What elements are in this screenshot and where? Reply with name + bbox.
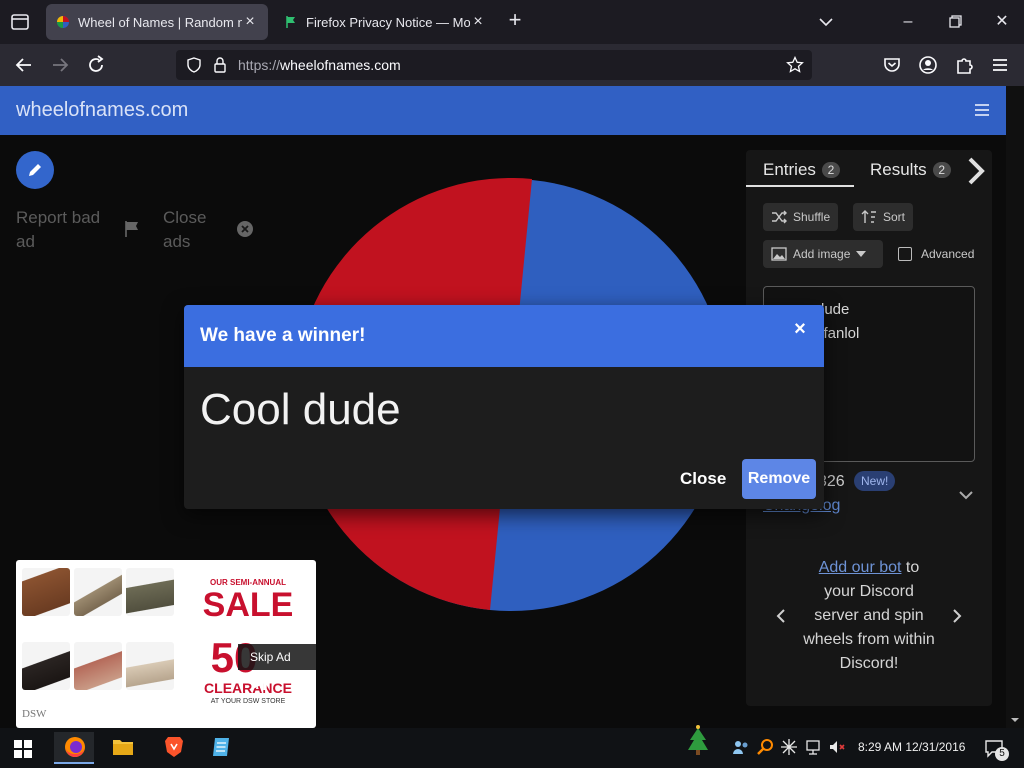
site-logo[interactable]: wheelofnames.com xyxy=(16,99,188,122)
video-ad[interactable]: OUR SEMI-ANNUAL SALE 50 CLEARANCE AT YOU… xyxy=(16,560,316,728)
chevron-down-icon[interactable] xyxy=(816,12,836,32)
tab-list-icon[interactable] xyxy=(8,10,32,34)
ad-sale-heading: SALE xyxy=(202,586,294,624)
pocket-icon[interactable] xyxy=(880,53,904,77)
brave-icon xyxy=(165,737,183,757)
brave-taskbar-button[interactable] xyxy=(154,732,194,764)
lock-icon[interactable] xyxy=(212,56,228,74)
clock[interactable]: 8:29 AM 12/31/2016 xyxy=(858,740,965,754)
ad-product-image xyxy=(22,642,70,690)
notepad-taskbar-button[interactable] xyxy=(200,732,240,764)
firefox-taskbar-button[interactable] xyxy=(54,732,94,764)
windows-taskbar: 8:29 AM 12/31/2016 5 xyxy=(0,725,1024,768)
notepad-icon xyxy=(213,738,229,756)
sort-button[interactable]: Sort xyxy=(853,203,914,231)
new-badge: New! xyxy=(854,471,896,491)
plus-icon[interactable]: + xyxy=(504,9,526,32)
count-badge: 2 xyxy=(932,162,951,178)
advanced-checkbox[interactable] xyxy=(898,247,912,261)
close-icon[interactable]: × xyxy=(792,319,808,339)
shuffle-icon xyxy=(772,210,787,224)
winner-dialog: We have a winner! × Cool dude Close Remo… xyxy=(184,305,824,509)
url-text: https://wheelofnames.com xyxy=(238,57,401,73)
image-icon xyxy=(771,247,787,261)
extensions-icon[interactable] xyxy=(952,53,976,77)
active-tab-indicator xyxy=(746,185,854,187)
ad-product-image xyxy=(74,642,122,690)
back-icon[interactable] xyxy=(12,53,36,77)
browser-nav-bar: https://wheelofnames.com xyxy=(0,44,1024,86)
close-tab-icon[interactable]: × xyxy=(242,14,258,30)
pencil-icon xyxy=(29,164,41,176)
notification-count: 5 xyxy=(995,747,1009,761)
tab-wheel-of-names[interactable]: Wheel of Names | Random nam × xyxy=(46,4,268,40)
search-tray-icon[interactable] xyxy=(756,738,774,756)
close-button[interactable]: Close xyxy=(674,459,732,499)
chevron-right-icon[interactable] xyxy=(964,156,990,186)
close-tab-icon[interactable]: × xyxy=(470,14,486,30)
site-header: wheelofnames.com xyxy=(0,86,1006,135)
ad-product-image xyxy=(74,568,122,616)
ad-brand: DSW xyxy=(22,708,47,720)
shield-icon[interactable] xyxy=(186,57,202,73)
chevron-left-icon[interactable] xyxy=(774,608,788,624)
firefox-icon xyxy=(65,737,85,757)
tab-title: Wheel of Names | Random nam xyxy=(78,14,242,30)
account-icon[interactable] xyxy=(916,53,940,77)
winner-name: Cool dude xyxy=(200,385,401,434)
network-icon[interactable] xyxy=(804,738,822,756)
christmas-tree-icon[interactable] xyxy=(684,724,712,756)
skip-ad-button[interactable]: Skip Ad ▶▍ xyxy=(238,644,316,690)
tab-results[interactable]: Results 2 xyxy=(870,160,951,180)
star-icon[interactable] xyxy=(786,56,804,74)
tab-firefox-privacy[interactable]: Firefox Privacy Notice — Mozill × xyxy=(274,4,496,40)
close-window-icon[interactable]: ✕ xyxy=(990,10,1014,34)
wheel-favicon-icon xyxy=(57,16,69,28)
edit-button[interactable] xyxy=(16,151,54,189)
report-bad-ad-link[interactable]: Report bad ad xyxy=(16,206,116,254)
count-badge: 2 xyxy=(821,162,840,178)
sparkle-icon[interactable] xyxy=(780,738,798,756)
chevron-down-icon[interactable] xyxy=(958,487,974,503)
flag-favicon-icon xyxy=(286,16,295,28)
ad-store: AT YOUR DSW STORE xyxy=(210,698,286,705)
add-bot-link[interactable]: Add our bot xyxy=(819,559,902,576)
discord-promo: Add our bot to your Discord server and s… xyxy=(803,559,935,672)
ad-product-image xyxy=(126,642,174,690)
ad-product-image xyxy=(126,568,174,616)
shuffle-button[interactable]: Shuffle xyxy=(763,203,839,231)
sort-icon xyxy=(861,210,876,223)
menu-icon[interactable] xyxy=(988,53,1012,77)
scroll-down-icon[interactable] xyxy=(1011,716,1019,724)
url-bar[interactable]: https://wheelofnames.com xyxy=(176,50,812,80)
dialog-header: We have a winner! × xyxy=(184,305,824,367)
ad-product-grid xyxy=(18,562,178,726)
ad-clearance: CLEARANCE xyxy=(204,680,292,696)
people-icon[interactable] xyxy=(732,738,750,756)
folder-icon xyxy=(113,740,133,755)
dialog-title: We have a winner! xyxy=(200,325,366,346)
windows-start-icon[interactable] xyxy=(14,740,32,758)
advanced-label: Advanced xyxy=(921,247,975,261)
caret-down-icon xyxy=(856,251,867,257)
minimize-icon[interactable]: – xyxy=(896,10,920,34)
chevron-right-icon[interactable] xyxy=(950,608,964,624)
remove-button[interactable]: Remove xyxy=(742,459,816,499)
tab-entries[interactable]: Entries 2 xyxy=(763,160,840,180)
browser-tab-bar: Wheel of Names | Random nam × Firefox Pr… xyxy=(0,0,1024,44)
tab-title: Firefox Privacy Notice — Mozill xyxy=(306,14,470,30)
close-ads-link[interactable]: Close ads xyxy=(163,206,223,254)
volume-muted-icon[interactable] xyxy=(828,738,846,756)
close-circle-icon[interactable] xyxy=(236,220,254,238)
ad-product-image xyxy=(22,568,70,616)
reload-icon[interactable] xyxy=(84,53,108,77)
flag-icon[interactable] xyxy=(124,220,140,238)
maximize-icon[interactable] xyxy=(944,10,968,34)
hamburger-menu-icon[interactable] xyxy=(972,100,992,120)
page-scrollbar[interactable] xyxy=(1006,86,1024,728)
forward-icon[interactable] xyxy=(48,53,72,77)
skip-icon: ▶▍ xyxy=(254,676,273,690)
add-image-button[interactable]: Add image xyxy=(763,240,883,268)
file-explorer-taskbar-button[interactable] xyxy=(102,732,142,764)
